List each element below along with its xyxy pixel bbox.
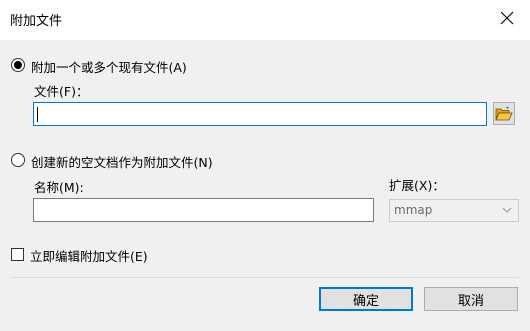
close-icon [500,11,514,25]
file-input[interactable] [33,102,487,126]
extension-label: 扩展(X)： [389,178,445,193]
chevron-down-icon [502,207,512,213]
browse-button[interactable] [493,102,515,125]
title-bar: 附加文件 [0,0,530,40]
dialog-title: 附加文件 [10,14,63,29]
name-input[interactable] [33,198,374,222]
close-button[interactable] [484,0,530,36]
radio-attach-existing[interactable] [11,58,25,72]
edit-immediately-label[interactable]: 立即编辑附加文件(E) [30,246,148,265]
file-label: 文件(F)： [34,84,89,99]
separator [10,277,519,278]
radio-create-new-label[interactable]: 创建新的空文档作为附加文件(N) [31,152,213,171]
cancel-button[interactable]: 取消 [424,287,518,311]
radio-attach-existing-label[interactable]: 附加一个或多个现有文件(A) [31,57,187,76]
cancel-button-label: 取消 [457,293,484,309]
bottom-strip [0,323,530,331]
extension-select-value: mmap [394,203,433,217]
ok-button[interactable]: 确定 [319,287,413,311]
text-caret [37,107,38,122]
ok-button-label: 确定 [352,293,379,309]
radio-create-new[interactable] [11,153,25,167]
name-label: 名称(M): [34,180,84,195]
extension-select[interactable]: mmap [389,199,519,222]
open-folder-icon [495,106,513,120]
edit-immediately-checkbox[interactable] [11,248,24,261]
